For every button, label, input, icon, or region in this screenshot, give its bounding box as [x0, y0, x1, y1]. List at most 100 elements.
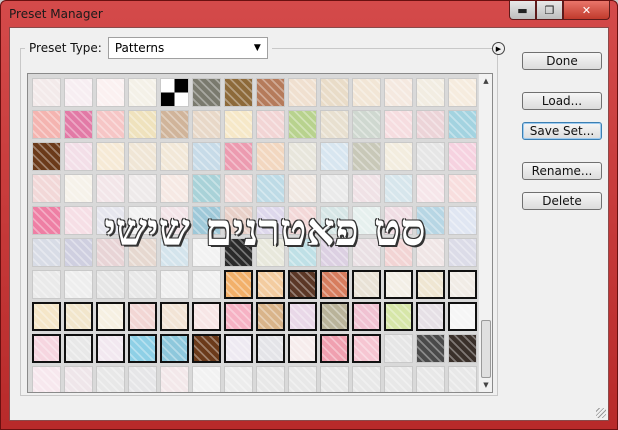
pattern-tile[interactable]: [384, 238, 413, 267]
pattern-tile[interactable]: [320, 78, 349, 107]
pattern-tile[interactable]: [448, 270, 477, 299]
rename-button[interactable]: Rename...: [522, 162, 602, 180]
pattern-tile[interactable]: [160, 142, 189, 171]
pattern-tile[interactable]: [352, 270, 381, 299]
vertical-scrollbar[interactable]: ▲ ▼: [478, 74, 492, 392]
delete-button[interactable]: Delete: [522, 192, 602, 210]
pattern-tile[interactable]: [96, 366, 125, 392]
pattern-tile[interactable]: [416, 366, 445, 392]
pattern-tile[interactable]: [192, 334, 221, 363]
pattern-tile[interactable]: [416, 238, 445, 267]
save-set-button[interactable]: Save Set...: [522, 122, 602, 140]
pattern-tile[interactable]: [352, 78, 381, 107]
pattern-tile[interactable]: [352, 174, 381, 203]
pattern-tile[interactable]: [416, 142, 445, 171]
pattern-tile[interactable]: [416, 174, 445, 203]
pattern-tile[interactable]: [288, 174, 317, 203]
pattern-tile[interactable]: [64, 206, 93, 235]
pattern-tile[interactable]: [320, 366, 349, 392]
pattern-tile[interactable]: [128, 206, 157, 235]
pattern-tile[interactable]: [256, 142, 285, 171]
pattern-tile[interactable]: [416, 334, 445, 363]
pattern-tile[interactable]: [128, 78, 157, 107]
pattern-tile[interactable]: [256, 78, 285, 107]
pattern-tile[interactable]: [192, 238, 221, 267]
pattern-tile[interactable]: [64, 174, 93, 203]
pattern-tile[interactable]: [160, 78, 189, 107]
maximize-button[interactable]: ❐: [536, 1, 563, 20]
pattern-tile[interactable]: [224, 366, 253, 392]
done-button[interactable]: Done: [522, 52, 602, 70]
pattern-tile[interactable]: [384, 206, 413, 235]
pattern-tile[interactable]: [224, 142, 253, 171]
pattern-tile[interactable]: [256, 206, 285, 235]
pattern-tile[interactable]: [288, 302, 317, 331]
pattern-list[interactable]: ▲ ▼: [27, 73, 493, 393]
pattern-tile[interactable]: [32, 366, 61, 392]
pattern-tile[interactable]: [192, 78, 221, 107]
pattern-tile[interactable]: [96, 302, 125, 331]
minimize-button[interactable]: ▬: [509, 1, 536, 20]
pattern-tile[interactable]: [288, 366, 317, 392]
pattern-tile[interactable]: [384, 174, 413, 203]
pattern-tile[interactable]: [256, 238, 285, 267]
pattern-tile[interactable]: [64, 270, 93, 299]
pattern-tile[interactable]: [128, 142, 157, 171]
pattern-tile[interactable]: [224, 302, 253, 331]
pattern-tile[interactable]: [96, 78, 125, 107]
pattern-tile[interactable]: [160, 334, 189, 363]
pattern-tile[interactable]: [448, 142, 477, 171]
pattern-tile[interactable]: [352, 206, 381, 235]
pattern-tile[interactable]: [32, 142, 61, 171]
pattern-tile[interactable]: [384, 334, 413, 363]
pattern-tile[interactable]: [448, 78, 477, 107]
pattern-tile[interactable]: [320, 110, 349, 139]
pattern-tile[interactable]: [224, 174, 253, 203]
pattern-tile[interactable]: [288, 270, 317, 299]
pattern-tile[interactable]: [352, 302, 381, 331]
pattern-tile[interactable]: [416, 270, 445, 299]
pattern-tile[interactable]: [32, 270, 61, 299]
pattern-tile[interactable]: [320, 206, 349, 235]
pattern-tile[interactable]: [384, 110, 413, 139]
pattern-tile[interactable]: [256, 174, 285, 203]
scroll-up-icon[interactable]: ▲: [479, 74, 492, 88]
pattern-tile[interactable]: [288, 206, 317, 235]
pattern-tile[interactable]: [288, 78, 317, 107]
pattern-tile[interactable]: [288, 110, 317, 139]
pattern-tile[interactable]: [448, 238, 477, 267]
close-button[interactable]: ✕: [563, 1, 610, 20]
pattern-tile[interactable]: [352, 366, 381, 392]
pattern-tile[interactable]: [96, 238, 125, 267]
pattern-tile[interactable]: [352, 142, 381, 171]
pattern-tile[interactable]: [64, 110, 93, 139]
pattern-tile[interactable]: [64, 142, 93, 171]
pattern-tile[interactable]: [224, 78, 253, 107]
pattern-tile[interactable]: [128, 270, 157, 299]
pattern-tile[interactable]: [448, 302, 477, 331]
pattern-tile[interactable]: [160, 366, 189, 392]
pattern-tile[interactable]: [192, 206, 221, 235]
pattern-tile[interactable]: [416, 78, 445, 107]
pattern-tile[interactable]: [128, 174, 157, 203]
pattern-tile[interactable]: [128, 110, 157, 139]
pattern-tile[interactable]: [256, 110, 285, 139]
pattern-tile[interactable]: [256, 366, 285, 392]
pattern-tile[interactable]: [320, 270, 349, 299]
pattern-tile[interactable]: [448, 334, 477, 363]
pattern-tile[interactable]: [32, 302, 61, 331]
scrollbar-thumb[interactable]: [481, 320, 491, 378]
play-circle-icon[interactable]: ▶: [492, 42, 505, 55]
pattern-tile[interactable]: [352, 238, 381, 267]
pattern-tile[interactable]: [128, 302, 157, 331]
pattern-tile[interactable]: [128, 334, 157, 363]
pattern-tile[interactable]: [320, 142, 349, 171]
pattern-tile[interactable]: [288, 238, 317, 267]
pattern-tile[interactable]: [160, 270, 189, 299]
preset-type-select[interactable]: Patterns ▼: [107, 37, 268, 59]
pattern-tile[interactable]: [224, 238, 253, 267]
pattern-tile[interactable]: [160, 238, 189, 267]
pattern-tile[interactable]: [192, 174, 221, 203]
pattern-tile[interactable]: [64, 78, 93, 107]
pattern-tile[interactable]: [64, 302, 93, 331]
